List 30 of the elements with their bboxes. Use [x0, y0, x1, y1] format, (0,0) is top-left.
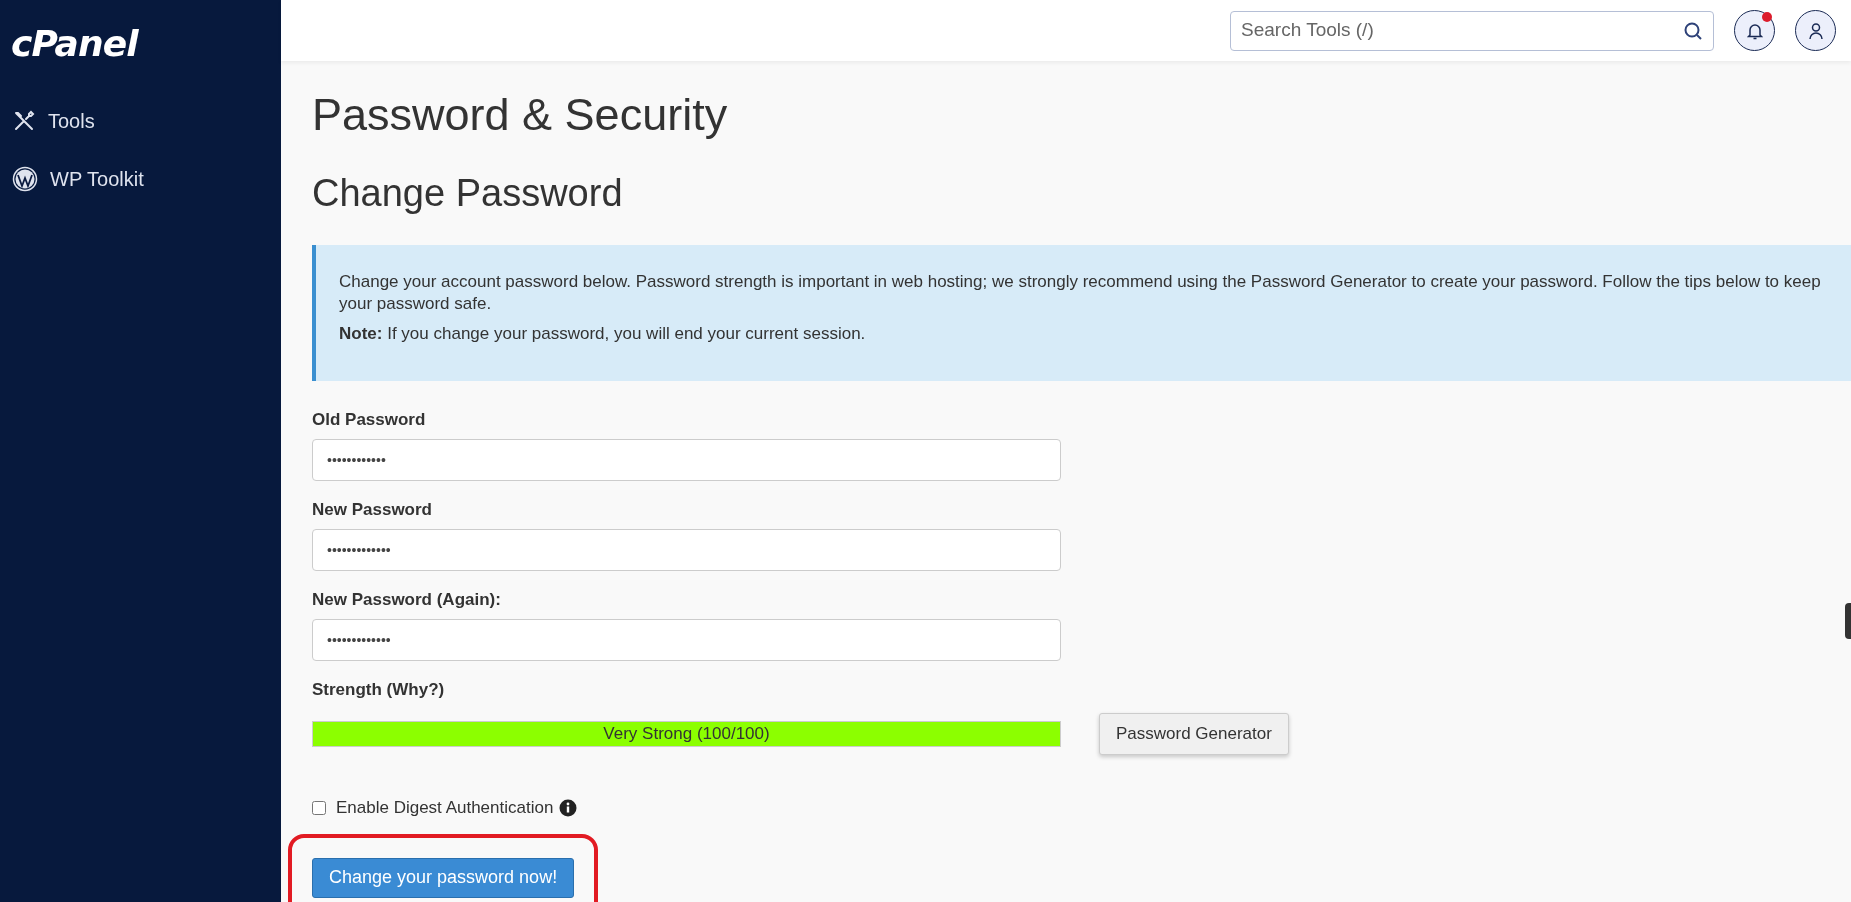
password-field[interactable]: ••••••••••••• [312, 529, 1061, 571]
strength-label: Strength (Why?) [312, 679, 446, 701]
user-button[interactable] [1795, 10, 1836, 51]
password-generator-button[interactable]: Password Generator [1099, 713, 1289, 755]
password-field[interactable]: •••••••••••• [312, 439, 1061, 481]
section-title: Change Password [312, 171, 624, 216]
checkbox-label: Enable Digest Authentication [336, 797, 554, 819]
wordpress-icon [12, 166, 38, 192]
password-field[interactable]: ••••••••••••• [312, 619, 1061, 661]
strength-reading: Very Strong (100/100) [602, 723, 771, 746]
info-text: Change your account password below. Password strength is important in web hosting; we strongly recommend using the Password Generator to create your password. Follow the tips below to keep your password safe. [339, 271, 1822, 315]
search-field[interactable]: Search Tools (/) [1230, 10, 1714, 51]
search-icon [1683, 20, 1703, 41]
user-icon [1807, 21, 1824, 40]
digest-checkbox[interactable] [312, 800, 326, 815]
logo[interactable]: cPanel [11, 16, 138, 71]
notifications-button[interactable] [1734, 10, 1775, 51]
search-input[interactable]: Search Tools (/) [1241, 16, 1683, 45]
field-label: Old Password [312, 409, 427, 431]
sidebar-item[interactable]: WP Toolkit [0, 150, 281, 208]
field-label: New Password [312, 499, 433, 521]
bell-icon [1746, 21, 1763, 40]
field-label: New Password (Again): [312, 589, 502, 611]
scroll-handle[interactable] [1845, 603, 1851, 639]
info-icon[interactable] [559, 798, 578, 817]
note-text: Note: If you change your password, you will end your current session. [339, 323, 867, 345]
change-password-button[interactable]: Change your password now! [312, 857, 575, 898]
page-title: Password & Security [312, 88, 729, 142]
sidebar-item[interactable]: Tools [0, 92, 281, 150]
tools-icon [12, 109, 36, 133]
